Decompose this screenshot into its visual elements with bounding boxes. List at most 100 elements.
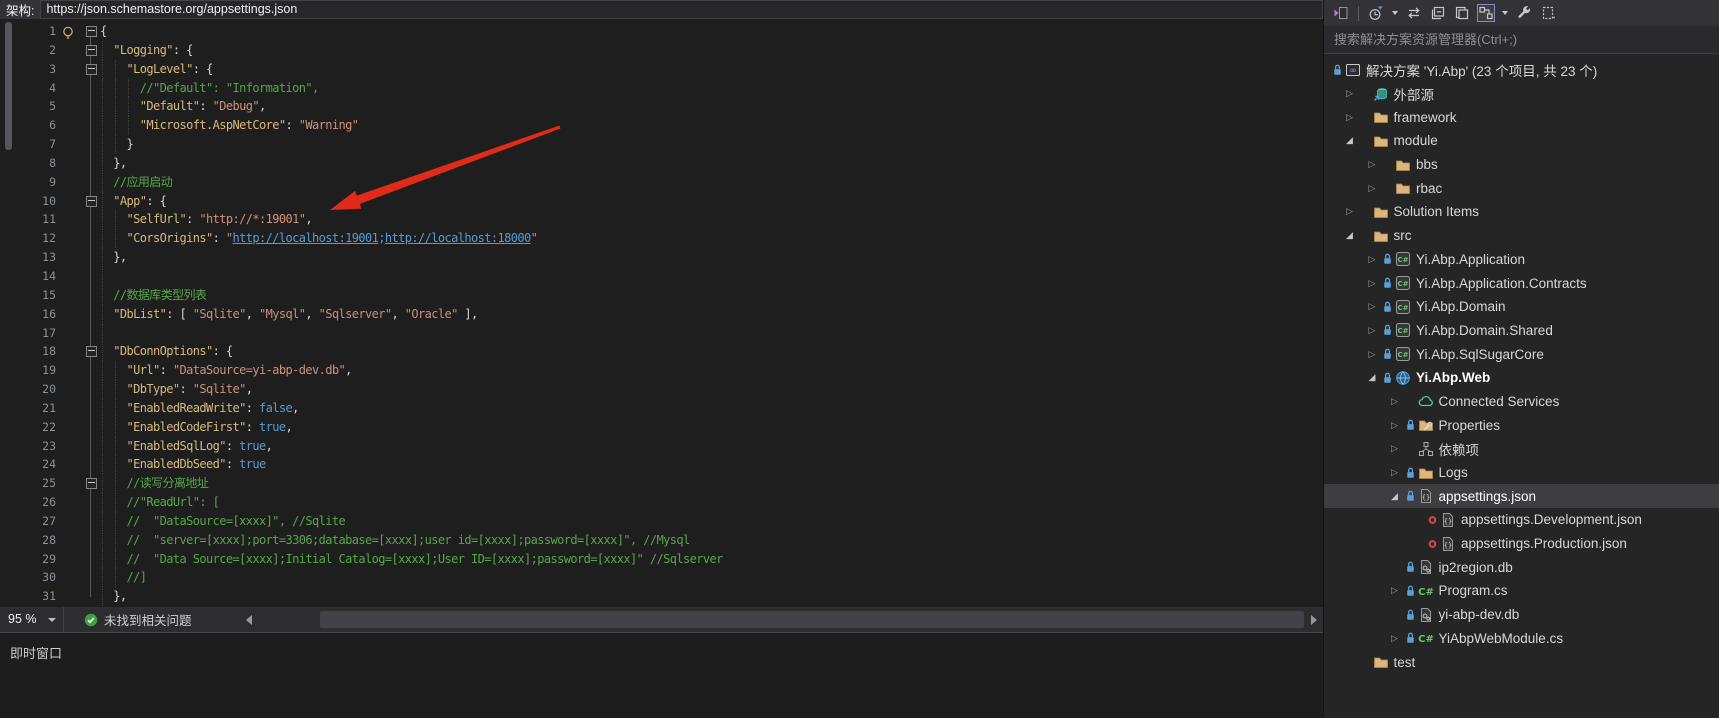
expander-open-icon[interactable]: ◢	[1342, 135, 1358, 146]
tree-item-appsettings.production.json[interactable]: {}appsettings.Production.json	[1324, 532, 1719, 556]
horizontal-scrollbar-thumb[interactable]	[320, 611, 1304, 628]
tree-item-yi.abp.application.contracts[interactable]: ▷C#Yi.Abp.Application.Contracts	[1324, 271, 1719, 295]
code-line-22[interactable]: "EnabledCodeFirst": true,	[0, 418, 1323, 437]
expander-open-icon[interactable]: ◢	[1364, 372, 1380, 383]
horizontal-scrollbar[interactable]	[258, 607, 1306, 632]
expander-closed-icon[interactable]: ▷	[1387, 633, 1403, 644]
schema-url-combobox[interactable]: https://json.schemastore.org/appsettings…	[40, 0, 1323, 19]
expander-closed-icon[interactable]: ▷	[1364, 159, 1380, 170]
code-line-17[interactable]	[0, 324, 1323, 343]
code-line-9[interactable]: //应用启动	[0, 173, 1323, 192]
code-line-14[interactable]	[0, 267, 1323, 286]
tree-item-test[interactable]: test	[1324, 650, 1719, 674]
code-line-12[interactable]: "CorsOrigins": "http://localhost:19001;h…	[0, 229, 1323, 248]
tree-item-module[interactable]: ◢module	[1324, 129, 1719, 153]
code-line-24[interactable]: "EnabledDbSeed": true	[0, 455, 1323, 474]
code-line-20[interactable]: "DbType": "Sqlite",	[0, 380, 1323, 399]
code-line-25[interactable]: //读写分离地址	[0, 474, 1323, 493]
tree-item-rbac[interactable]: ▷rbac	[1324, 176, 1719, 200]
code-line-10[interactable]: "App": {	[0, 192, 1323, 211]
tree-item-bbs[interactable]: ▷bbs	[1324, 153, 1719, 177]
swap-arrows-icon[interactable]	[1405, 4, 1423, 22]
tree-item--[interactable]: ▷外部源	[1324, 82, 1719, 106]
expander-closed-icon[interactable]: ▷	[1364, 254, 1380, 265]
zoom-level-combobox[interactable]: 95 %	[0, 607, 64, 632]
switch-views-icon[interactable]	[1332, 4, 1350, 22]
tree-item-framework[interactable]: ▷framework	[1324, 105, 1719, 129]
expander-open-icon[interactable]: ◢	[1387, 491, 1403, 502]
tree-item-yi.abp.application[interactable]: ▷C#Yi.Abp.Application	[1324, 248, 1719, 272]
document-health-indicator[interactable]: 未找到相关问题	[84, 607, 192, 632]
webproj-icon	[1395, 370, 1414, 386]
code-line-23[interactable]: "EnabledSqlLog": true,	[0, 437, 1323, 456]
code-line-1[interactable]: {	[0, 22, 1323, 41]
tree-item-program.cs[interactable]: ▷C#Program.cs	[1324, 579, 1719, 603]
expander-closed-icon[interactable]: ▷	[1342, 206, 1358, 217]
expander-closed-icon[interactable]: ▷	[1342, 112, 1358, 123]
code-line-4[interactable]: //"Default": "Information",	[0, 79, 1323, 98]
show-all-files-icon[interactable]	[1539, 4, 1557, 22]
code-line-11[interactable]: "SelfUrl": "http://*:19001",	[0, 210, 1323, 229]
tree-item-yiabpwebmodule.cs[interactable]: ▷C#YiAbpWebModule.cs	[1324, 627, 1719, 651]
code-line-7[interactable]: }	[0, 135, 1323, 154]
tree-item-appsettings.json[interactable]: ◢{}appsettings.json	[1324, 484, 1719, 508]
chevron-down-icon[interactable]	[1502, 11, 1508, 15]
wrench-icon[interactable]	[1515, 4, 1533, 22]
sync-active-document-icon[interactable]	[1477, 4, 1495, 22]
expander-open-icon[interactable]: ◢	[1342, 230, 1358, 241]
tree-item-src[interactable]: ◢src	[1324, 224, 1719, 248]
tree-item-yi.abp.sqlsugarcore[interactable]: ▷C#Yi.Abp.SqlSugarCore	[1324, 342, 1719, 366]
tree-item-connected-services[interactable]: ▷Connected Services	[1324, 390, 1719, 414]
code-line-2[interactable]: "Logging": {	[0, 41, 1323, 60]
expander-closed-icon[interactable]: ▷	[1342, 88, 1358, 99]
code-line-28[interactable]: // "server=[xxxx];port=3306;database=[xx…	[0, 531, 1323, 550]
code-line-15[interactable]: //数据库类型列表	[0, 286, 1323, 305]
copy-documents-icon[interactable]	[1453, 4, 1471, 22]
expander-closed-icon[interactable]: ▷	[1387, 396, 1403, 407]
tree-item-ip2region.db[interactable]: ip2region.db	[1324, 555, 1719, 579]
expander-closed-icon[interactable]: ▷	[1387, 420, 1403, 431]
tree-item-logs[interactable]: ▷Logs	[1324, 461, 1719, 485]
collapse-all-icon[interactable]	[1429, 4, 1447, 22]
code-line-18[interactable]: "DbConnOptions": {	[0, 342, 1323, 361]
json-editor[interactable]: 1234567891011121314151617181920212223242…	[0, 19, 1323, 607]
expander-closed-icon[interactable]: ▷	[1364, 301, 1380, 312]
code-line-8[interactable]: },	[0, 154, 1323, 173]
expander-closed-icon[interactable]: ▷	[1364, 325, 1380, 336]
search-input[interactable]	[1324, 31, 1719, 48]
tree-item-yi-abp-dev.db[interactable]: yi-abp-dev.db	[1324, 603, 1719, 627]
tree-item-yi.abp.domain.shared[interactable]: ▷C#Yi.Abp.Domain.Shared	[1324, 319, 1719, 343]
code-line-29[interactable]: // "Data Source=[xxxx];Initial Catalog=[…	[0, 550, 1323, 569]
code-line-30[interactable]: //]	[0, 568, 1323, 587]
code-line-16[interactable]: "DbList": [ "Sqlite", "Mysql", "Sqlserve…	[0, 305, 1323, 324]
expander-closed-icon[interactable]: ▷	[1364, 183, 1380, 194]
tree-item-properties[interactable]: ▷Properties	[1324, 413, 1719, 437]
tree-item--[interactable]: ▷依赖项	[1324, 437, 1719, 461]
csproj-icon: C#	[1395, 251, 1414, 267]
history-filter-icon[interactable]	[1367, 4, 1385, 22]
code-line-26[interactable]: //"ReadUrl": [	[0, 493, 1323, 512]
tree-item-yi.abp.domain[interactable]: ▷C#Yi.Abp.Domain	[1324, 295, 1719, 319]
code-line-13[interactable]: },	[0, 248, 1323, 267]
tree-item--yi.abp-23-23-[interactable]: ∞解决方案 'Yi.Abp' (23 个项目, 共 23 个)	[1324, 58, 1719, 82]
code-line-21[interactable]: "EnabledReadWrite": false,	[0, 399, 1323, 418]
expander-closed-icon[interactable]: ▷	[1364, 349, 1380, 360]
tree-item-solution-items[interactable]: ▷Solution Items	[1324, 200, 1719, 224]
code-line-27[interactable]: // "DataSource=[xxxx]", //Sqlite	[0, 512, 1323, 531]
token-st: "Debug"	[213, 99, 259, 113]
expander-closed-icon[interactable]: ▷	[1387, 467, 1403, 478]
tree-item-yi.abp.web[interactable]: ◢Yi.Abp.Web	[1324, 366, 1719, 390]
code-line-5[interactable]: "Default": "Debug",	[0, 97, 1323, 116]
code-line-3[interactable]: "LogLevel": {	[0, 60, 1323, 79]
hscroll-left-button[interactable]	[240, 607, 258, 632]
code-line-31[interactable]: },	[0, 587, 1323, 606]
chevron-down-icon[interactable]	[1392, 11, 1398, 15]
immediate-window[interactable]: 即时窗口	[0, 632, 1323, 718]
expander-closed-icon[interactable]: ▷	[1387, 443, 1403, 454]
hscroll-right-button[interactable]	[1305, 607, 1323, 632]
tree-item-appsettings.development.json[interactable]: {}appsettings.Development.json	[1324, 508, 1719, 532]
expander-closed-icon[interactable]: ▷	[1387, 585, 1403, 596]
expander-closed-icon[interactable]: ▷	[1364, 278, 1380, 289]
code-line-6[interactable]: "Microsoft.AspNetCore": "Warning"	[0, 116, 1323, 135]
code-line-19[interactable]: "Url": "DataSource=yi-abp-dev.db",	[0, 361, 1323, 380]
